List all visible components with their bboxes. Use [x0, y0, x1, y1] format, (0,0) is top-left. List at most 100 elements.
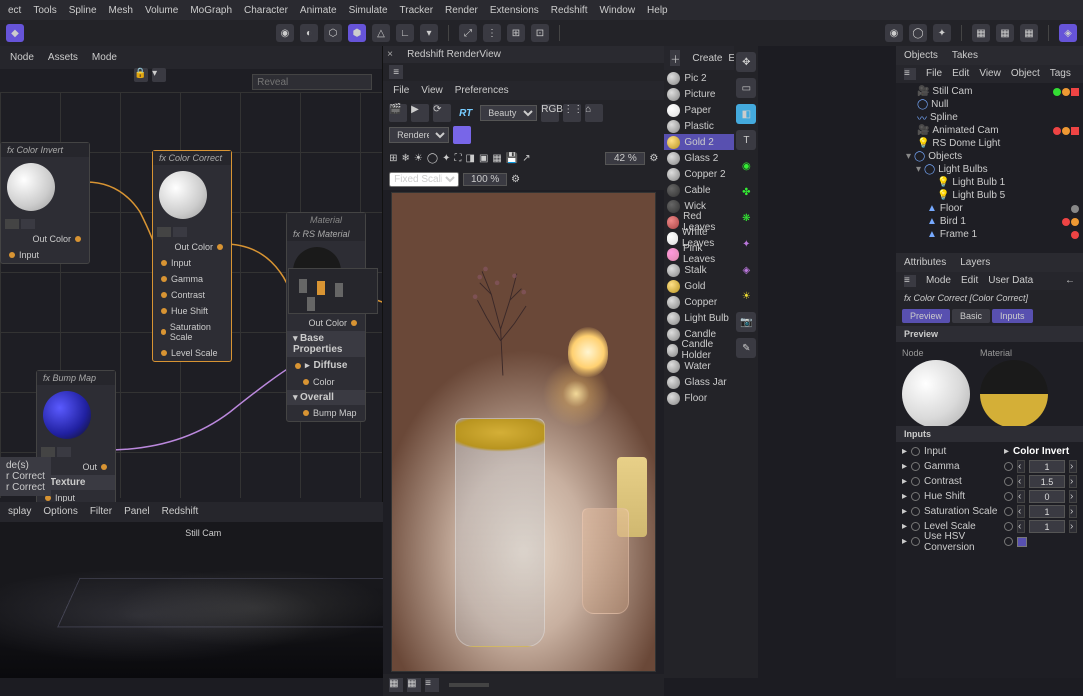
node-input-port[interactable]: Bump Map — [287, 405, 365, 421]
spinner-down[interactable]: ‹ — [1017, 520, 1025, 533]
layout-icon[interactable]: ▦ — [996, 24, 1014, 42]
render-icon[interactable]: ◯ — [909, 24, 927, 42]
obj-menu-item[interactable]: Edit — [952, 68, 969, 80]
thumb-size-slider[interactable] — [449, 683, 489, 687]
tab-mode[interactable]: Mode — [92, 52, 117, 63]
move-icon[interactable]: ✥ — [736, 52, 756, 72]
attribute-value-input[interactable] — [1029, 475, 1065, 488]
node-input-port[interactable]: Level Scale — [153, 345, 231, 361]
node-input-port[interactable]: Input — [153, 255, 231, 271]
object-tree-item[interactable]: 🎥Still Cam — [896, 85, 1083, 98]
rv-menu-item[interactable]: File — [393, 85, 409, 96]
text-icon[interactable]: T — [736, 130, 756, 150]
vp-menu-item[interactable]: Panel — [124, 506, 150, 518]
hamburger-icon[interactable]: ≡ — [904, 68, 916, 80]
menu-item[interactable]: MoGraph — [190, 5, 232, 16]
material-item[interactable]: Glass Jar — [664, 374, 734, 390]
material-item[interactable]: Light Bulb — [664, 310, 734, 326]
object-tree-item[interactable]: 🎥Animated Cam — [896, 124, 1083, 137]
attribute-value-input[interactable] — [1029, 490, 1065, 503]
subtab-basic[interactable]: Basic — [952, 309, 990, 323]
menu-item[interactable]: Character — [244, 5, 288, 16]
node-search-input[interactable] — [252, 74, 372, 90]
clapboard-icon[interactable]: 🎬 — [389, 104, 407, 122]
material-item[interactable]: Candle Holder — [664, 342, 734, 358]
node-minimap[interactable] — [288, 268, 378, 314]
node-input-port[interactable]: Input — [1, 247, 89, 263]
save-icon[interactable]: 💾 — [506, 153, 518, 164]
tab-node[interactable]: Node — [10, 52, 34, 63]
scaling-select[interactable]: Fixed Scaling — [389, 172, 459, 187]
node-input-port[interactable]: Gamma — [153, 271, 231, 287]
vp-menu-item[interactable]: splay — [8, 506, 31, 518]
spinner-up[interactable]: › — [1069, 490, 1077, 503]
list-icon[interactable]: ≡ — [425, 678, 439, 692]
tab-attributes[interactable]: Attributes — [904, 257, 946, 268]
menu-item[interactable]: Tracker — [400, 5, 434, 16]
layout-icon[interactable]: ▦ — [972, 24, 990, 42]
refresh-icon[interactable]: ⟳ — [433, 104, 451, 122]
gear-icon[interactable]: ⚙ — [649, 153, 658, 164]
material-item[interactable]: Glass 2 — [664, 150, 734, 166]
aov-select[interactable]: Beauty — [480, 105, 537, 121]
tab-assets[interactable]: Assets — [48, 52, 78, 63]
node-input-port[interactable]: Color — [287, 374, 365, 390]
node-input-port[interactable]: Saturation Scale — [153, 319, 231, 345]
snapshot-icon[interactable]: ⊞ — [389, 153, 397, 164]
material-item[interactable]: Paper — [664, 102, 734, 118]
menu-item[interactable]: Render — [445, 5, 478, 16]
vp-menu-item[interactable]: Options — [43, 506, 77, 518]
object-tree-item[interactable]: 💡Light Bulb 5 — [896, 189, 1083, 202]
material-item[interactable]: Pic 2 — [664, 70, 734, 86]
keyframe-radio[interactable] — [911, 492, 920, 501]
tool-icon[interactable]: △ — [372, 24, 390, 42]
menu-item[interactable]: Spline — [69, 5, 97, 16]
spinner-up[interactable]: › — [1069, 520, 1077, 533]
attribute-value-input[interactable] — [1029, 505, 1065, 518]
attribute-value-input[interactable] — [1029, 460, 1065, 473]
keyframe-radio[interactable] — [911, 522, 920, 531]
material-item[interactable]: Gold 2 — [664, 134, 734, 150]
spinner-down[interactable]: ‹ — [1017, 505, 1025, 518]
node-input-port[interactable]: Hue Shift — [153, 303, 231, 319]
spinner-down[interactable]: ‹ — [1017, 460, 1025, 473]
zoom-input[interactable] — [605, 152, 645, 165]
tab-takes[interactable]: Takes — [952, 50, 978, 61]
gear-icon[interactable]: ⚙ — [511, 174, 520, 185]
spinner-up[interactable]: › — [1069, 475, 1077, 488]
tool-icon[interactable]: ◉ — [276, 24, 294, 42]
menu-item[interactable]: Animate — [300, 5, 337, 16]
node-color-correct[interactable]: fx Color Correct Out Color Input Gamma C… — [152, 150, 232, 362]
plus-icon[interactable]: ＋ — [670, 50, 680, 66]
back-icon[interactable]: ← — [1065, 275, 1075, 287]
layers-icon[interactable]: ▣ — [479, 153, 488, 164]
object-tree-item[interactable]: 〰Spline — [896, 111, 1083, 124]
attr-menu-item[interactable]: Mode — [926, 275, 951, 287]
obj-menu-item[interactable]: Object — [1011, 68, 1040, 80]
keyframe-radio[interactable] — [911, 537, 920, 546]
spinner-up[interactable]: › — [1069, 460, 1077, 473]
object-tree-item[interactable]: ▲Floor — [896, 202, 1083, 215]
tool-icon[interactable]: ∟ — [396, 24, 414, 42]
field-icon[interactable]: ◉ — [736, 156, 756, 176]
obj-menu-item[interactable]: File — [926, 68, 942, 80]
keyframe-radio[interactable] — [911, 462, 920, 471]
lock-icon[interactable]: 🔒 — [134, 68, 148, 82]
render-output-image[interactable] — [391, 192, 656, 672]
crop-icon[interactable]: ⌂ — [585, 104, 603, 122]
material-item[interactable]: Copper — [664, 294, 734, 310]
effector-icon[interactable]: ❋ — [736, 208, 756, 228]
ipr-icon[interactable]: ▦ — [492, 153, 501, 164]
material-item[interactable]: Pink Leaves — [664, 246, 734, 262]
mat-menu-create[interactable]: Create — [692, 53, 722, 64]
snap-icon[interactable]: ⊡ — [531, 24, 549, 42]
scale-input[interactable] — [463, 173, 507, 186]
node-rs-material[interactable]: Material fx RS Material Out Color ▾ Base… — [286, 212, 366, 422]
layout-icon[interactable]: ▦ — [1020, 24, 1038, 42]
menu-item[interactable]: Tools — [33, 5, 56, 16]
node-color-invert[interactable]: fx Color Invert Out Color Input — [0, 142, 90, 264]
attr-menu-item[interactable]: Edit — [961, 275, 978, 287]
node-input-group[interactable]: ▸ Diffuse — [287, 357, 365, 374]
snap-icon[interactable]: ⋮ — [483, 24, 501, 42]
home-icon[interactable]: ◆ — [6, 24, 24, 42]
